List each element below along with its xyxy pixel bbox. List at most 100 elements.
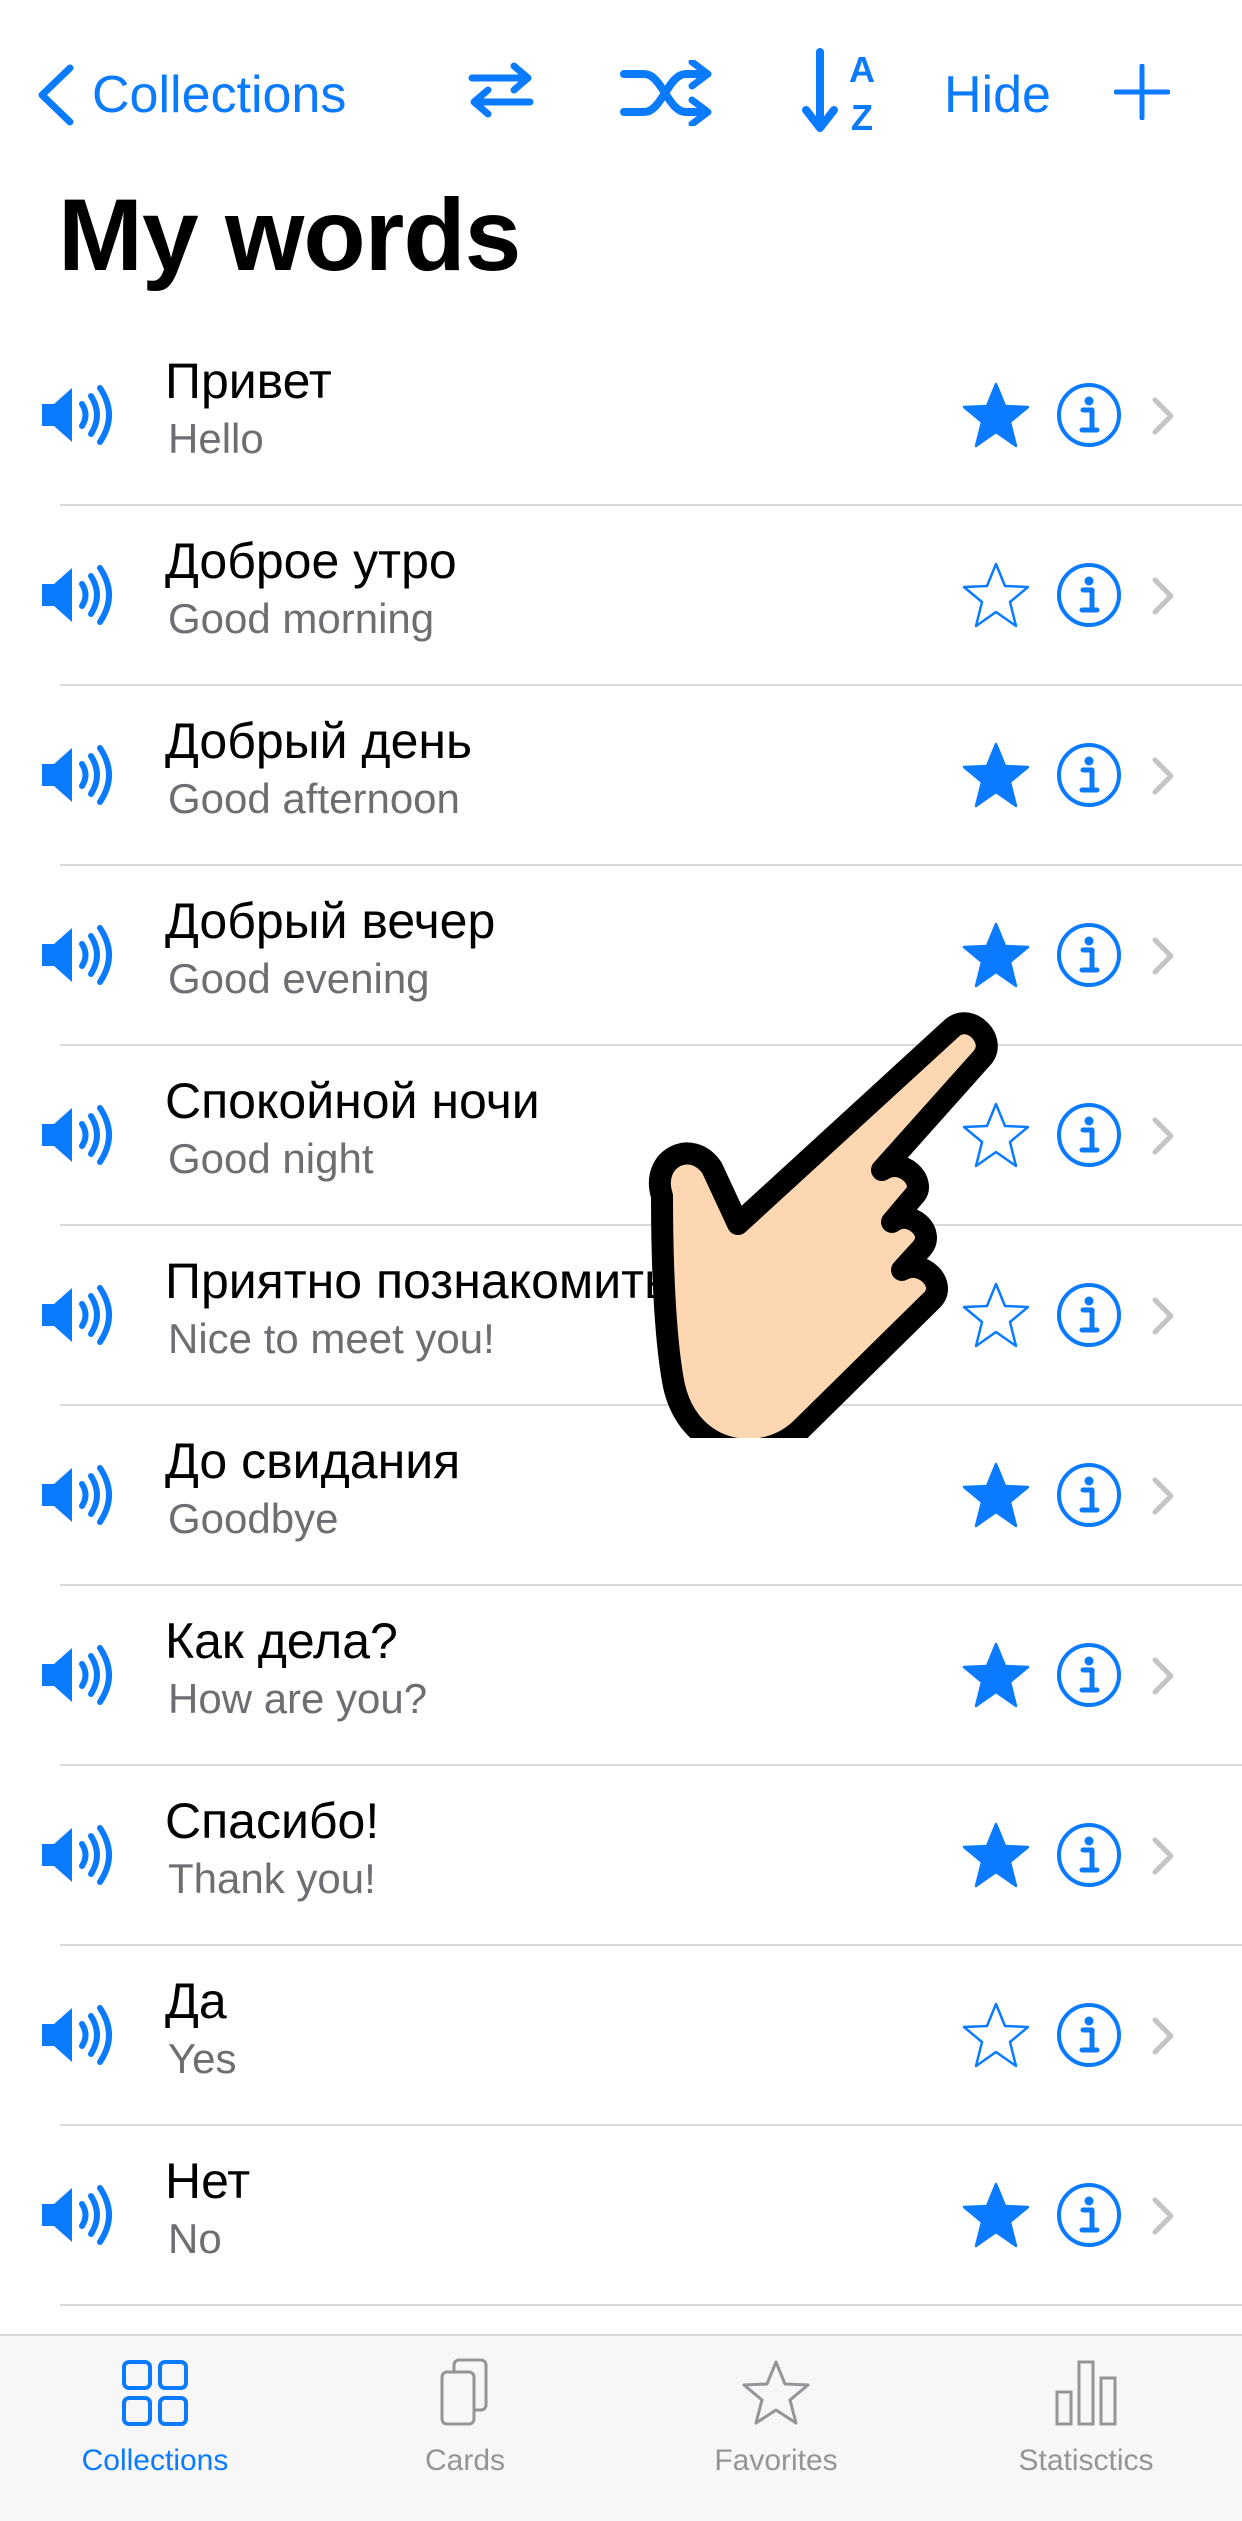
list-item[interactable]: Привет Hello bbox=[0, 326, 1242, 506]
tab-label: Favorites bbox=[714, 2444, 838, 2477]
star-filled-icon[interactable] bbox=[960, 1640, 1032, 1712]
list-item[interactable]: Как дела? How are you? bbox=[0, 1586, 1242, 1766]
star-filled-icon[interactable] bbox=[960, 1820, 1032, 1892]
cards-icon bbox=[310, 2358, 620, 2428]
back-button[interactable]: Collections bbox=[34, 60, 346, 130]
info-icon[interactable] bbox=[1056, 1822, 1122, 1888]
tab-bar: Collections Cards Favorites Statisctics bbox=[0, 2334, 1242, 2521]
chevron-right-icon bbox=[1150, 936, 1176, 976]
star-filled-icon[interactable] bbox=[960, 380, 1032, 452]
list-item[interactable]: Добрый вечер Good evening bbox=[0, 866, 1242, 1046]
chevron-right-icon bbox=[1150, 1656, 1176, 1696]
info-icon[interactable] bbox=[1056, 382, 1122, 448]
navigation-bar: Collections A Z Hide bbox=[0, 0, 1242, 170]
translation-text: Thank you! bbox=[168, 1855, 376, 1902]
tab-label: Statisctics bbox=[1018, 2444, 1154, 2477]
info-icon[interactable] bbox=[1056, 922, 1122, 988]
page-title: My words bbox=[58, 178, 521, 292]
chevron-right-icon bbox=[1150, 756, 1176, 796]
star-outline-icon[interactable] bbox=[960, 560, 1032, 632]
tab-collections[interactable]: Collections bbox=[0, 2358, 310, 2478]
translation-text: Goodbye bbox=[168, 1495, 339, 1542]
speaker-icon[interactable] bbox=[38, 2178, 112, 2252]
tab-cards[interactable]: Cards bbox=[310, 2358, 620, 2478]
translation-text: Yes bbox=[168, 2035, 237, 2082]
speaker-icon[interactable] bbox=[38, 558, 112, 632]
speaker-icon[interactable] bbox=[38, 1998, 112, 2072]
row-separator bbox=[60, 2304, 1242, 2306]
translation-text: Good afternoon bbox=[168, 775, 460, 822]
word-text: Как дела? bbox=[165, 1613, 398, 1669]
translation-text: No bbox=[168, 2215, 222, 2262]
word-text: Нет bbox=[165, 2153, 251, 2209]
word-text: Спасибо! bbox=[165, 1793, 380, 1849]
chevron-right-icon bbox=[1150, 2016, 1176, 2056]
translation-text: Nice to meet you! bbox=[168, 1315, 495, 1362]
translation-text: Good evening bbox=[168, 955, 430, 1002]
info-icon[interactable] bbox=[1056, 2002, 1122, 2068]
grid-icon bbox=[0, 2358, 310, 2428]
chevron-right-icon bbox=[1150, 396, 1176, 436]
list-item[interactable]: Спокойной ночи Good night bbox=[0, 1046, 1242, 1226]
word-text: Да bbox=[165, 1973, 227, 2029]
speaker-icon[interactable] bbox=[38, 1278, 112, 1352]
chevron-left-icon bbox=[38, 64, 74, 126]
hide-button[interactable]: Hide bbox=[944, 60, 1051, 130]
speaker-icon[interactable] bbox=[38, 1818, 112, 1892]
svg-text:Z: Z bbox=[851, 97, 873, 136]
word-list: Привет Hello Доброе утро Good morning Добрый… bbox=[0, 326, 1242, 2306]
info-icon[interactable] bbox=[1056, 562, 1122, 628]
star-filled-icon[interactable] bbox=[960, 1460, 1032, 1532]
list-item[interactable]: Да Yes bbox=[0, 1946, 1242, 2126]
info-icon[interactable] bbox=[1056, 1642, 1122, 1708]
list-item[interactable]: Приятно познакомиться! Nice to meet you! bbox=[0, 1226, 1242, 1406]
star-filled-icon[interactable] bbox=[960, 740, 1032, 812]
star-icon bbox=[621, 2358, 931, 2428]
tab-label: Collections bbox=[81, 2444, 229, 2477]
word-text: Добрый день bbox=[165, 713, 473, 769]
list-item[interactable]: До свидания Goodbye bbox=[0, 1406, 1242, 1586]
info-icon[interactable] bbox=[1056, 1462, 1122, 1528]
translation-text: Hello bbox=[168, 415, 264, 462]
star-filled-icon[interactable] bbox=[960, 2180, 1032, 2252]
tab-label: Cards bbox=[424, 2444, 506, 2477]
word-text: Привет bbox=[165, 353, 332, 409]
speaker-icon[interactable] bbox=[38, 738, 112, 812]
chevron-right-icon bbox=[1150, 1836, 1176, 1876]
list-item[interactable]: Нет No bbox=[0, 2126, 1242, 2306]
chevron-right-icon bbox=[1150, 576, 1176, 616]
shuffle-icon[interactable] bbox=[620, 60, 714, 126]
info-icon[interactable] bbox=[1056, 1282, 1122, 1348]
tab-statisctics[interactable]: Statisctics bbox=[931, 2358, 1241, 2478]
speaker-icon[interactable] bbox=[38, 1458, 112, 1532]
word-text: До свидания bbox=[165, 1433, 461, 1489]
speaker-icon[interactable] bbox=[38, 1098, 112, 1172]
list-item[interactable]: Доброе утро Good morning bbox=[0, 506, 1242, 686]
swap-icon[interactable] bbox=[466, 62, 536, 118]
speaker-icon[interactable] bbox=[38, 1638, 112, 1712]
chevron-right-icon bbox=[1150, 1296, 1176, 1336]
speaker-icon[interactable] bbox=[38, 378, 112, 452]
chevron-right-icon bbox=[1150, 1116, 1176, 1156]
chevron-right-icon bbox=[1150, 1476, 1176, 1516]
word-text: Доброе утро bbox=[165, 533, 457, 589]
plus-icon[interactable] bbox=[1114, 64, 1170, 120]
pointing-hand-icon bbox=[649, 1012, 998, 1438]
back-button-label: Collections bbox=[92, 66, 347, 124]
word-text: Добрый вечер bbox=[165, 893, 496, 949]
info-icon[interactable] bbox=[1056, 2182, 1122, 2248]
translation-text: How are you? bbox=[168, 1675, 428, 1722]
info-icon[interactable] bbox=[1056, 742, 1122, 808]
speaker-icon[interactable] bbox=[38, 918, 112, 992]
bar-chart-icon bbox=[931, 2358, 1241, 2428]
word-text: Спокойной ночи bbox=[165, 1073, 540, 1129]
info-icon[interactable] bbox=[1056, 1102, 1122, 1168]
list-item[interactable]: Спасибо! Thank you! bbox=[0, 1766, 1242, 1946]
sort-az-icon[interactable]: A Z bbox=[802, 48, 882, 136]
tab-favorites[interactable]: Favorites bbox=[621, 2358, 931, 2478]
star-outline-icon[interactable] bbox=[960, 2000, 1032, 2072]
app-screen: Collections A Z Hide My words Привет Hell… bbox=[0, 0, 1242, 2521]
chevron-right-icon bbox=[1150, 2196, 1176, 2236]
svg-text:A: A bbox=[849, 49, 875, 90]
list-item[interactable]: Добрый день Good afternoon bbox=[0, 686, 1242, 866]
